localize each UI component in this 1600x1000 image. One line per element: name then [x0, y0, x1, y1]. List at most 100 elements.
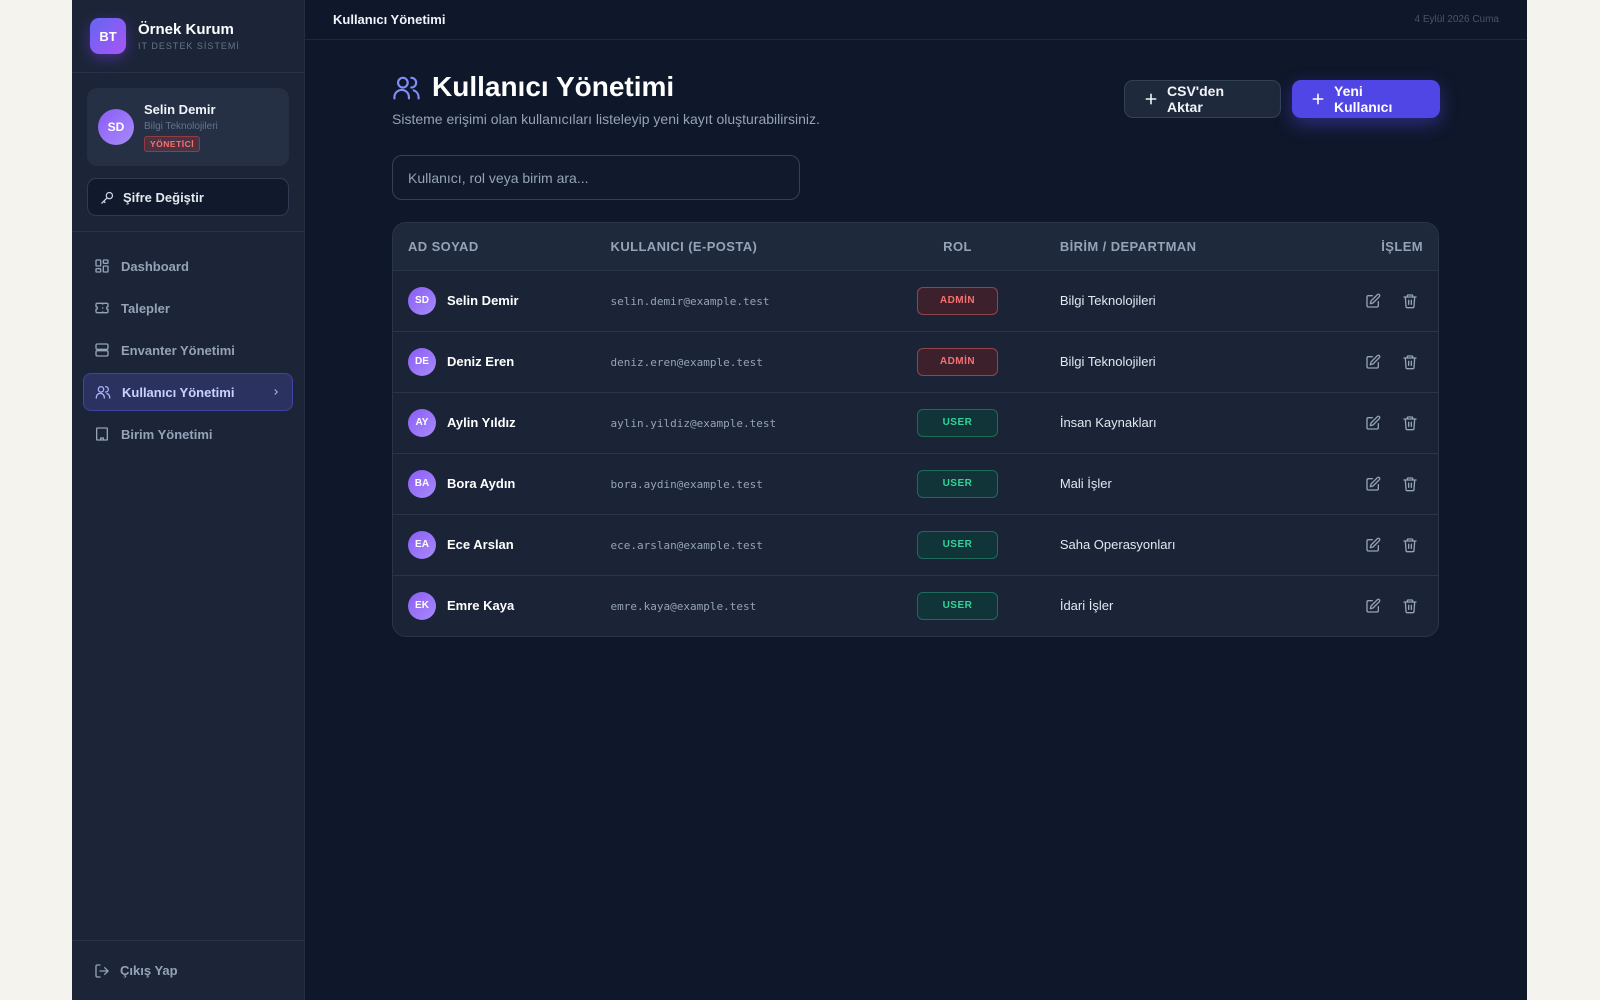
sidebar-item-label: Dashboard [121, 258, 189, 274]
page-title: Kullanıcı Yönetimi [432, 71, 675, 102]
user-role-badge: YÖNETİCİ [144, 136, 201, 152]
main-content: Kullanıcı Yönetimi 4 Eylül 2026 Cuma Kul… [305, 0, 1527, 1000]
ticket-icon [94, 300, 110, 316]
user-email: deniz.eren@example.test [610, 356, 763, 369]
brand-subtitle: IT DESTEK SİSTEMİ [138, 41, 240, 51]
role-badge: USER [916, 408, 998, 437]
trash-icon [1402, 415, 1418, 431]
delete-button[interactable] [1397, 349, 1423, 375]
users-table: AD SOYAD KULLANICI (E-POSTA) ROL BİRİM /… [392, 222, 1439, 637]
user-email: aylin.yildiz@example.test [610, 417, 777, 430]
column-header-role: ROL [870, 223, 1045, 271]
logout-button[interactable]: Çıkış Yap [72, 940, 304, 1000]
user-card: SD Selin Demir Bilgi Teknolojileri YÖNET… [87, 88, 289, 166]
avatar: EK [408, 591, 436, 620]
logout-icon [94, 963, 110, 979]
avatar: SD [98, 109, 134, 145]
trash-icon [1402, 293, 1418, 309]
column-header-department: BİRİM / DEPARTMAN [1044, 223, 1295, 271]
delete-button[interactable] [1397, 471, 1423, 497]
role-badge: ADMİN [916, 347, 998, 376]
user-department: Bilgi Teknolojileri [1059, 354, 1156, 369]
sidebar-item-dashboard[interactable]: Dashboard [83, 247, 293, 285]
sidebar-item-label: Kullanıcı Yönetimi [122, 384, 235, 400]
table-row[interactable]: EK Emre Kaya emre.kaya@example.test USER… [393, 574, 1438, 636]
table-row[interactable]: DE Deniz Eren deniz.eren@example.test AD… [393, 330, 1438, 392]
user-name: Selin Demir [144, 102, 216, 117]
edit-button[interactable] [1360, 410, 1386, 436]
column-header-actions: İŞLEM [1294, 223, 1438, 271]
edit-button[interactable] [1360, 471, 1386, 497]
delete-button[interactable] [1397, 593, 1423, 619]
breadcrumb: Kullanıcı Yönetimi [333, 12, 446, 27]
edit-button[interactable] [1360, 593, 1386, 619]
topbar: Kullanıcı Yönetimi 4 Eylül 2026 Cuma [305, 0, 1527, 40]
edit-button[interactable] [1360, 532, 1386, 558]
user-name: Emre Kaya [447, 598, 515, 614]
avatar: EA [408, 530, 436, 559]
server-icon [94, 342, 110, 358]
edit-button[interactable] [1360, 288, 1386, 314]
change-password-button[interactable]: Şifre Değiştir [87, 178, 289, 216]
sidebar-item-kullanici[interactable]: Kullanıcı Yönetimi [83, 373, 293, 411]
sidebar-item-birim[interactable]: Birim Yönetimi [83, 415, 293, 453]
trash-icon [1402, 598, 1418, 614]
avatar: BA [408, 469, 436, 498]
column-header-name: AD SOYAD [393, 223, 596, 271]
user-name: Ece Arslan [447, 537, 514, 552]
table-row[interactable]: EA Ece Arslan ece.arslan@example.test US… [393, 513, 1438, 575]
sidebar-item-label: Talepler [121, 300, 170, 316]
user-email: ece.arslan@example.test [610, 539, 763, 552]
delete-button[interactable] [1397, 410, 1423, 436]
logout-label: Çıkış Yap [120, 963, 178, 978]
trash-icon [1402, 537, 1418, 553]
user-department: İdari İşler [1059, 598, 1114, 614]
role-badge: USER [916, 469, 998, 498]
user-department: Bilgi Teknolojileri [1059, 293, 1156, 308]
grid-icon [94, 258, 110, 274]
import-csv-label: CSV'den Aktar [1167, 83, 1225, 115]
sidebar-item-label: Birim Yönetimi [121, 426, 213, 442]
user-email: selin.demir@example.test [610, 295, 770, 308]
user-email: emre.kaya@example.test [610, 600, 757, 614]
user-name: Selin Demir [447, 293, 519, 308]
role-badge: USER [916, 591, 998, 620]
user-department: Saha Operasyonları [1059, 537, 1176, 552]
sidebar-item-talepler[interactable]: Talepler [83, 289, 293, 327]
user-email: bora.aydin@example.test [610, 478, 763, 491]
edit-icon [1365, 415, 1381, 431]
edit-icon [1365, 476, 1381, 492]
change-password-label: Şifre Değiştir [123, 189, 204, 205]
sidebar-item-label: Envanter Yönetimi [121, 342, 235, 358]
chevron-right-icon [271, 387, 281, 397]
brand-name: Örnek Kurum [138, 21, 234, 38]
trash-icon [1402, 476, 1418, 492]
sidebar-item-envanter[interactable]: Envanter Yönetimi [83, 331, 293, 369]
date-label: 4 Eylül 2026 Cuma [1414, 14, 1500, 25]
import-csv-button[interactable]: CSV'den Aktar [1124, 80, 1281, 118]
users-icon [392, 73, 421, 102]
sidebar: BT Örnek Kurum IT DESTEK SİSTEMİ SD Seli… [72, 0, 305, 1000]
key-icon [100, 190, 115, 205]
user-name: Deniz Eren [447, 354, 515, 369]
delete-button[interactable] [1397, 532, 1423, 558]
search-input[interactable] [392, 155, 800, 200]
trash-icon [1402, 354, 1418, 370]
new-user-button[interactable]: Yeni Kullanıcı [1292, 80, 1440, 118]
table-header-row: AD SOYAD KULLANICI (E-POSTA) ROL BİRİM /… [393, 223, 1438, 271]
table-body: SD Selin Demir selin.demir@example.test … [393, 270, 1438, 636]
table-row[interactable]: AY Aylin Yıldız aylin.yildiz@example.tes… [393, 391, 1438, 453]
edit-icon [1365, 537, 1381, 553]
table-row[interactable]: SD Selin Demir selin.demir@example.test … [393, 270, 1438, 331]
edit-icon [1365, 598, 1381, 614]
plus-icon [1310, 91, 1326, 107]
sidebar-nav: Dashboard Talepler Envanter Yönetimi Kul… [72, 232, 304, 457]
user-name: Bora Aydın [447, 476, 516, 491]
table-row[interactable]: BA Bora Aydın bora.aydin@example.test US… [393, 452, 1438, 514]
delete-button[interactable] [1397, 288, 1423, 314]
user-department: İnsan Kaynakları [1059, 415, 1157, 430]
role-badge: ADMİN [916, 286, 998, 315]
edit-icon [1365, 354, 1381, 370]
page-subtitle: Sisteme erişimi olan kullanıcıları liste… [392, 111, 820, 127]
edit-button[interactable] [1360, 349, 1386, 375]
